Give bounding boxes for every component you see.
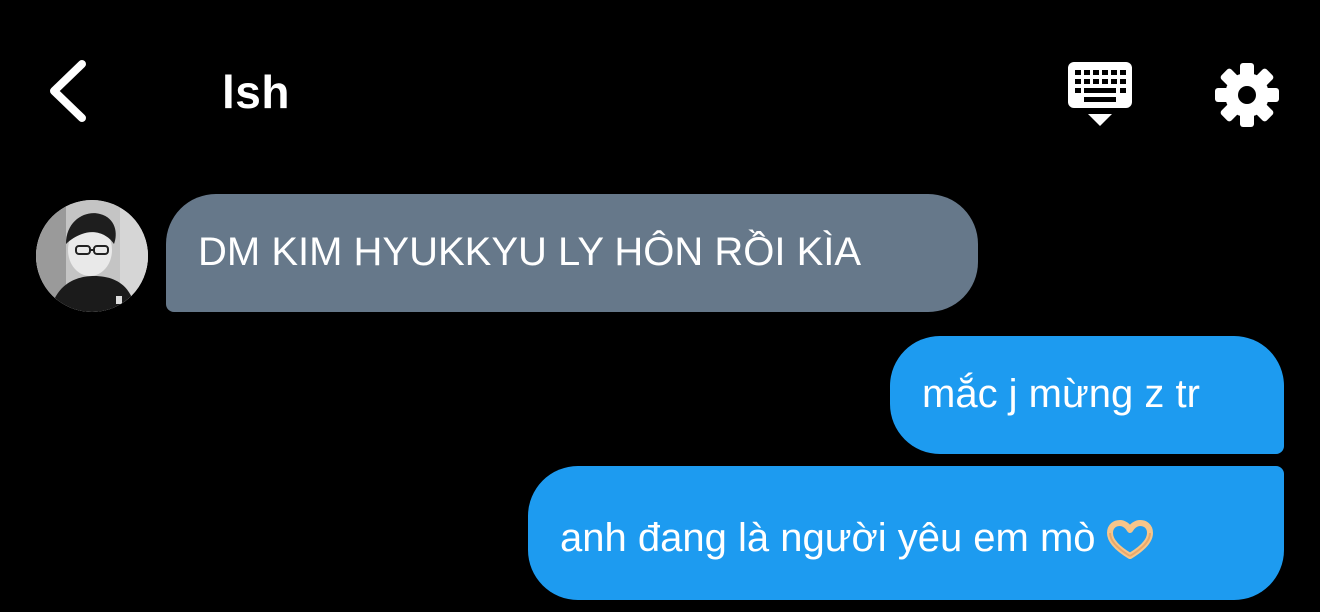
conversation-title[interactable]: lsh (222, 62, 290, 122)
back-button[interactable] (44, 58, 94, 124)
keyboard-icon (1068, 62, 1132, 126)
message-text: DM KIM HYUKKYU LY HÔN RỒI KÌA (198, 230, 862, 274)
message-bubble-incoming[interactable]: DM KIM HYUKKYU LY HÔN RỒI KÌA (166, 194, 978, 312)
heart-hands-emoji (1106, 520, 1153, 560)
contact-avatar[interactable] (36, 200, 148, 312)
settings-button[interactable] (1212, 60, 1282, 130)
message-bubble-outgoing[interactable]: mắc j mừng z tr (890, 336, 1284, 454)
gear-icon (1215, 63, 1279, 127)
chevron-left-icon (50, 60, 86, 122)
message-text: anh đang là người yêu em mò (560, 516, 1096, 560)
chat-header: lsh (0, 0, 1320, 180)
keyboard-button[interactable] (1064, 60, 1136, 130)
message-text: mắc j mừng z tr (922, 372, 1200, 416)
avatar-photo (36, 200, 148, 312)
message-bubble-outgoing[interactable]: anh đang là người yêu em mò (528, 466, 1284, 600)
